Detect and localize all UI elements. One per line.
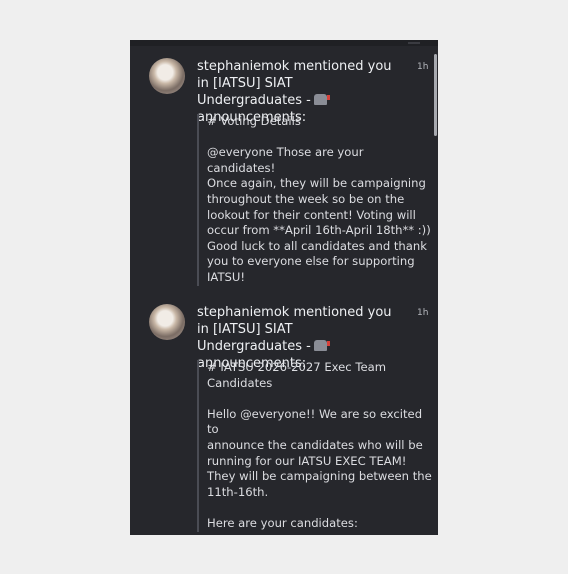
avatar[interactable] [149,304,185,340]
message-quote: # IATSU 2026-2027 Exec Team Candidates H… [197,360,433,532]
message-line: occur from **April 16th-April 18th** :)) [207,223,431,238]
message-line: you to everyone else for supporting [207,254,415,269]
notification-time: 1h [417,308,429,318]
message-line: Good luck to all candidates and thank [207,238,427,253]
notifications-panel: stephaniemok mentioned you in [IATSU] SI… [130,40,438,535]
panel-top-edge [130,40,438,46]
message-line: Here are your candidates: [207,515,358,530]
message-line: Once again, they will be campaigning [207,176,426,191]
mailbox-icon [313,340,330,351]
message-line: running for our IATSU EXEC TEAM! [207,453,407,468]
message-line: # Voting Details [207,114,301,128]
message-line: They will be campaigning between the [207,469,432,484]
scrollbar-thumb[interactable] [434,54,437,136]
message-line: Candidates [207,375,273,390]
message-line: @everyone Those are your candidates! [207,145,364,175]
message-quote: # Voting Details @everyone Those are you… [197,114,433,286]
message-line: throughout the week so be on the [207,191,405,206]
message-line: lookout for their content! Voting will [207,207,416,222]
message-line: announce the candidates who will be [207,437,423,452]
notification-time: 1h [417,62,429,72]
mailbox-icon [313,94,330,105]
message-line: IATSU! [207,269,246,284]
notification-header-text: stephaniemok mentioned you in [IATSU] SI… [197,59,392,108]
avatar[interactable] [149,58,185,94]
message-line: # IATSU 2026-2027 Exec Team [207,360,387,374]
message-line: Hello @everyone!! We are so excited to [207,406,423,437]
message-line: 11th-16th. [207,484,269,499]
notification-header-text: stephaniemok mentioned you in [IATSU] SI… [197,305,392,354]
